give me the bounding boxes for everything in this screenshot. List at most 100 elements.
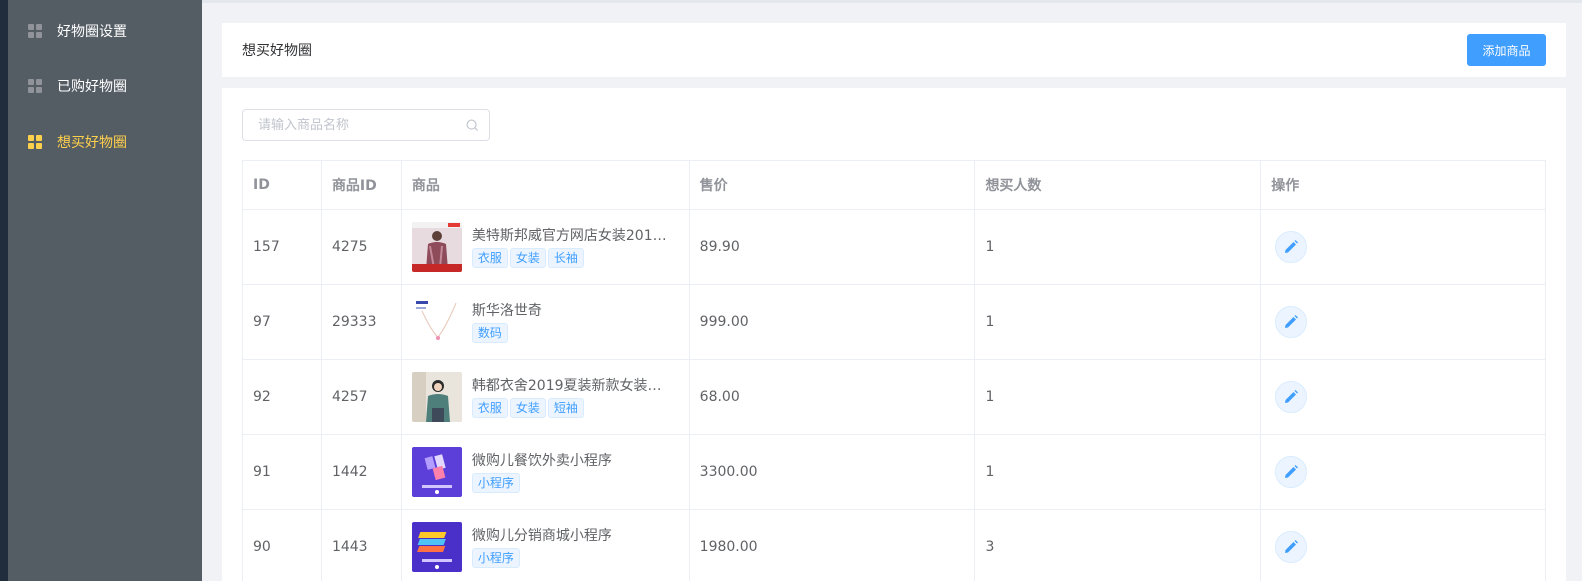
pencil-icon [1285, 465, 1299, 478]
table-header-row: ID 商品ID 商品 售价 想买人数 操作 [243, 161, 1546, 210]
product-thumbnail [411, 297, 462, 347]
sidebar-item-settings[interactable]: 好物圈设置 [8, 3, 202, 59]
product-name: 微购儿餐饮外卖小程序 [471, 453, 612, 469]
tag: 衣服 [471, 248, 508, 268]
column-header-actions: 操作 [1261, 161, 1546, 209]
edit-button[interactable] [1275, 231, 1308, 263]
product-info: 微购儿分销商城小程序 小程序 [471, 526, 672, 568]
product-thumbnail [411, 372, 462, 422]
column-header-want-count: 想买人数 [975, 161, 1262, 209]
column-header-goods: 商品 [402, 161, 690, 209]
tag: 短袖 [547, 398, 584, 418]
search-box [242, 109, 490, 141]
top-bar [202, 0, 1582, 3]
main-content: ID 商品ID 商品 售价 想买人数 操作 157 4275 [222, 88, 1566, 581]
cell-want-count: 1 [975, 210, 1262, 284]
product-info: 美特斯邦威官方网店女装2018春季新款 衣服 女装 长袖 [471, 226, 672, 268]
cell-goods-id: 4257 [322, 360, 402, 434]
cell-id: 92 [243, 360, 322, 434]
product-name: 韩都衣舍2019夏装新款女装韩版 [471, 378, 672, 394]
product-tags: 数码 [471, 323, 672, 343]
product-info: 微购儿餐饮外卖小程序 小程序 [471, 451, 672, 493]
cell-id: 97 [243, 285, 322, 359]
page-header: 想买好物圈 添加商品 [222, 23, 1566, 77]
cell-price: 68.00 [690, 360, 976, 434]
cell-goods: 微购儿分销商城小程序 小程序 [402, 510, 690, 581]
product-tags: 小程序 [471, 548, 672, 568]
table-row: 91 1442 微购儿餐饮外卖小程序 小程序 3300.00 1 [243, 435, 1546, 510]
search-icon[interactable] [466, 119, 479, 132]
cell-want-count: 1 [975, 285, 1262, 359]
pencil-icon [1285, 240, 1299, 253]
edit-button[interactable] [1275, 531, 1308, 563]
cell-id: 91 [243, 435, 322, 509]
product-tags: 小程序 [471, 473, 672, 493]
cell-goods-id: 4275 [322, 210, 402, 284]
goods-table: ID 商品ID 商品 售价 想买人数 操作 157 4275 美特斯邦威官方网店… [242, 160, 1546, 581]
product-name: 斯华洛世奇 [471, 303, 542, 319]
cell-id: 157 [243, 210, 322, 284]
add-goods-button[interactable]: 添加商品 [1467, 34, 1546, 66]
grid-icon [28, 135, 42, 149]
edit-button[interactable] [1275, 306, 1308, 338]
product-info: 斯华洛世奇 数码 [471, 301, 672, 343]
table-row: 97 29333 斯华洛世奇 数码 999.00 1 [243, 285, 1546, 360]
sidebar-item-label: 想买好物圈 [57, 135, 127, 151]
product-name: 微购儿分销商城小程序 [471, 528, 612, 544]
cell-actions [1261, 510, 1546, 581]
search-input[interactable] [243, 110, 463, 140]
table-row: 90 1443 微购儿分销商城小程序 小程序 1980.00 3 [243, 510, 1546, 581]
tag: 数码 [471, 323, 508, 343]
product-thumbnail [411, 522, 462, 572]
page-title: 想买好物圈 [242, 43, 312, 59]
table-row: 157 4275 美特斯邦威官方网店女装2018春季新款 衣服 女装 [243, 210, 1546, 285]
cell-actions [1261, 210, 1546, 284]
left-edge-strip [0, 0, 8, 581]
tag: 衣服 [471, 398, 508, 418]
column-header-goods-id: 商品ID [322, 161, 402, 209]
pencil-icon [1285, 390, 1299, 403]
sidebar-item-label: 已购好物圈 [57, 79, 127, 95]
sidebar-item-label: 好物圈设置 [57, 24, 127, 40]
product-tags: 衣服 女装 长袖 [471, 248, 672, 268]
column-header-price: 售价 [690, 161, 976, 209]
product-tags: 衣服 女装 短袖 [471, 398, 672, 418]
product-thumbnail [411, 447, 462, 497]
cell-want-count: 1 [975, 360, 1262, 434]
pencil-icon [1285, 540, 1299, 553]
product-thumbnail [411, 222, 462, 272]
sidebar-item-purchased[interactable]: 已购好物圈 [8, 58, 202, 114]
edit-button[interactable] [1275, 381, 1308, 413]
cell-actions [1261, 360, 1546, 434]
tag: 女装 [509, 248, 546, 268]
cell-want-count: 1 [975, 435, 1262, 509]
cell-price: 89.90 [690, 210, 976, 284]
tag: 小程序 [471, 548, 520, 568]
table-row: 92 4257 韩都衣舍2019夏装新款女装韩版 衣服 女装 短袖 68.00 … [243, 360, 1546, 435]
sidebar-item-want-to-buy[interactable]: 想买好物圈 [8, 114, 202, 170]
cell-goods: 美特斯邦威官方网店女装2018春季新款 衣服 女装 长袖 [402, 210, 690, 284]
cell-price: 1980.00 [690, 510, 976, 581]
tag: 女装 [509, 398, 546, 418]
pencil-icon [1285, 315, 1299, 328]
grid-icon [28, 79, 42, 93]
cell-goods: 微购儿餐饮外卖小程序 小程序 [402, 435, 690, 509]
cell-actions [1261, 285, 1546, 359]
cell-actions [1261, 435, 1546, 509]
cell-goods: 斯华洛世奇 数码 [402, 285, 690, 359]
product-info: 韩都衣舍2019夏装新款女装韩版 衣服 女装 短袖 [471, 376, 672, 418]
cell-goods-id: 29333 [322, 285, 402, 359]
edit-button[interactable] [1275, 456, 1308, 488]
cell-price: 3300.00 [690, 435, 976, 509]
cell-price: 999.00 [690, 285, 976, 359]
column-header-id: ID [243, 161, 322, 209]
cell-goods-id: 1443 [322, 510, 402, 581]
tag: 长袖 [547, 248, 584, 268]
tag: 小程序 [471, 473, 520, 493]
cell-want-count: 3 [975, 510, 1262, 581]
sidebar: 好物圈设置 已购好物圈 想买好物圈 [8, 0, 202, 581]
grid-icon [28, 24, 42, 38]
product-name: 美特斯邦威官方网店女装2018春季新款 [471, 228, 672, 244]
cell-id: 90 [243, 510, 322, 581]
cell-goods-id: 1442 [322, 435, 402, 509]
